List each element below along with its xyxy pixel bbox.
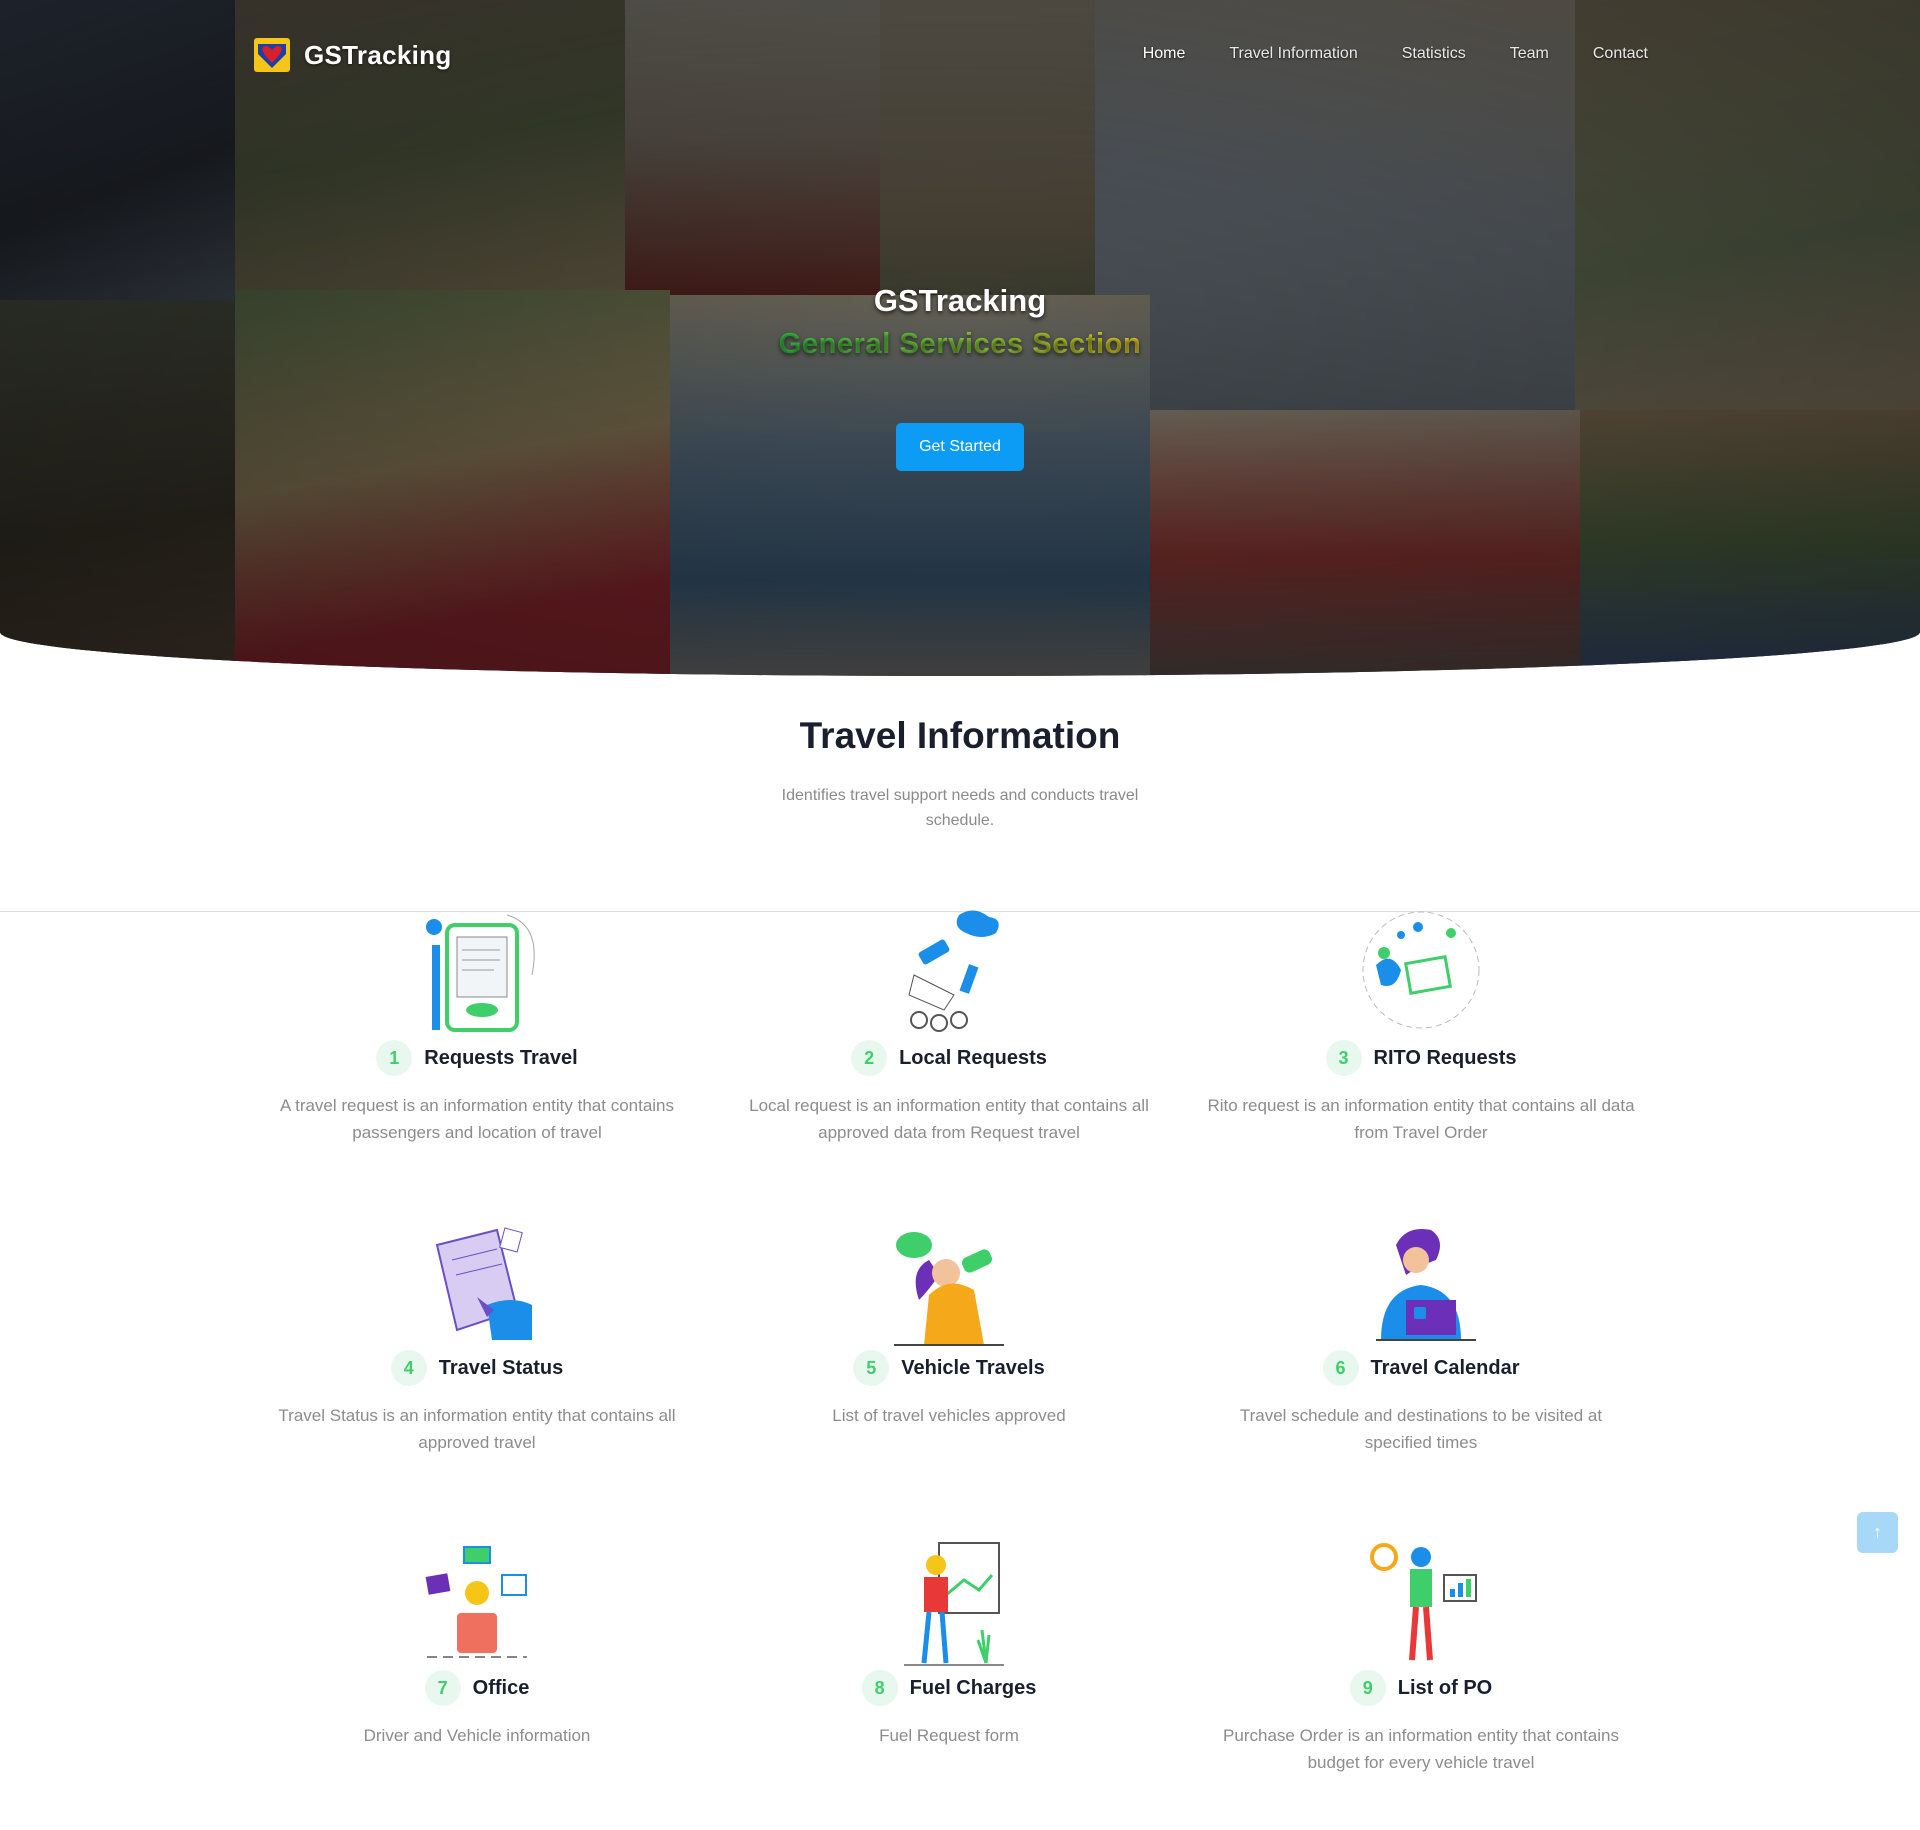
travel-calendar-illustration-icon: [1376, 1229, 1476, 1341]
section-title: Travel Information: [799, 715, 1121, 756]
nav-item-team[interactable]: Team: [1510, 45, 1549, 63]
card-head: 8 Fuel Charges: [724, 1670, 1174, 1706]
card-description: Rito request is an information entity th…: [1207, 1096, 1635, 1142]
card-list-of-po[interactable]: 9 List of PO Purchase Order is an inform…: [1196, 1535, 1646, 1776]
card-number: 6: [1322, 1350, 1359, 1386]
card-description: List of travel vehicles approved: [832, 1406, 1066, 1425]
card-head: 6 Travel Calendar: [1196, 1350, 1646, 1386]
travel-request-illustration-icon: [426, 914, 535, 1032]
card-head: 7 Office: [252, 1670, 702, 1706]
card-title: Travel Status: [438, 1356, 564, 1379]
card-travel-status[interactable]: 4 Travel Status Travel Status is an info…: [252, 1215, 702, 1456]
card-description: Purchase Order is an information entity …: [1223, 1726, 1619, 1772]
nav-item-travel-information[interactable]: Travel Information: [1229, 45, 1357, 63]
card-title: RITO Requests: [1373, 1046, 1517, 1069]
local-request-illustration-icon: [908, 910, 999, 1032]
card-number: 1: [376, 1040, 413, 1076]
card-description: Travel schedule and destinations to be v…: [1239, 1406, 1603, 1452]
nav-item-contact[interactable]: Contact: [1593, 45, 1648, 63]
main-menu: Home Travel Information Statistics Team …: [1143, 45, 1648, 63]
hero-subtitle: General Services Section: [0, 328, 1920, 361]
card-title: Fuel Charges: [909, 1676, 1037, 1699]
card-number: 9: [1349, 1670, 1386, 1706]
card-head: 2 Local Requests: [724, 1040, 1174, 1076]
card-head: 1 Requests Travel: [252, 1040, 702, 1076]
hero-banner: GSTracking Home Travel Information Stati…: [0, 0, 1920, 676]
dswd-heart-logo-icon: [254, 38, 290, 72]
card-head: 3 RITO Requests: [1196, 1040, 1646, 1076]
card-number: 3: [1325, 1040, 1362, 1076]
card-number: 4: [390, 1350, 427, 1386]
card-number: 7: [424, 1670, 461, 1706]
get-started-button[interactable]: Get Started: [896, 423, 1024, 471]
rito-request-illustration-icon: [1362, 911, 1480, 1029]
card-title: Vehicle Travels: [901, 1356, 1045, 1379]
section-description: Identifies travel support needs and cond…: [781, 787, 1139, 829]
card-fuel-charges[interactable]: 8 Fuel Charges Fuel Request form: [724, 1535, 1174, 1749]
hero-title: GSTracking: [873, 283, 1047, 318]
navbar: GSTracking Home Travel Information Stati…: [0, 0, 1920, 112]
brand-name: GSTracking: [304, 39, 452, 70]
hero-subtitle-text: General Services Section: [778, 328, 1142, 360]
card-title: List of PO: [1397, 1676, 1493, 1699]
card-head: 9 List of PO: [1196, 1670, 1646, 1706]
card-head: 4 Travel Status: [252, 1350, 702, 1386]
nav-item-statistics[interactable]: Statistics: [1402, 45, 1466, 63]
card-title: Office: [472, 1676, 530, 1699]
fuel-charges-illustration-icon: [904, 1542, 1004, 1666]
card-head: 5 Vehicle Travels: [724, 1350, 1174, 1386]
vehicle-travels-illustration-icon: [894, 1232, 1004, 1346]
office-illustration-icon: [425, 1546, 527, 1658]
arrow-up-icon: ↑: [1873, 1522, 1882, 1542]
card-description: Travel Status is an information entity t…: [278, 1406, 676, 1452]
card-local-requests[interactable]: 2 Local Requests Local request is an inf…: [724, 905, 1174, 1146]
card-rito-requests[interactable]: 3 RITO Requests Rito request is an infor…: [1196, 905, 1646, 1146]
card-description: A travel request is an information entit…: [279, 1096, 675, 1142]
card-title: Travel Calendar: [1370, 1356, 1520, 1379]
card-description: Local request is an information entity t…: [749, 1096, 1149, 1142]
card-number: 8: [861, 1670, 898, 1706]
card-office[interactable]: 7 Office Driver and Vehicle information: [252, 1535, 702, 1749]
card-title: Local Requests: [899, 1046, 1047, 1069]
card-number: 2: [851, 1040, 888, 1076]
back-to-top-button[interactable]: ↑: [1857, 1512, 1898, 1553]
nav-item-home[interactable]: Home: [1143, 45, 1186, 63]
card-description: Driver and Vehicle information: [363, 1726, 591, 1745]
brand[interactable]: GSTracking: [254, 38, 452, 72]
card-title: Requests Travel: [424, 1046, 578, 1069]
card-travel-calendar[interactable]: 6 Travel Calendar Travel schedule and de…: [1196, 1215, 1646, 1456]
card-vehicle-travels[interactable]: 5 Vehicle Travels List of travel vehicle…: [724, 1215, 1174, 1429]
card-number: 5: [853, 1350, 890, 1386]
travel-status-illustration-icon: [435, 1227, 532, 1340]
list-of-po-illustration-icon: [1370, 1543, 1477, 1661]
card-requests-travel[interactable]: 1 Requests Travel A travel request is an…: [252, 905, 702, 1146]
card-description: Fuel Request form: [879, 1726, 1019, 1745]
